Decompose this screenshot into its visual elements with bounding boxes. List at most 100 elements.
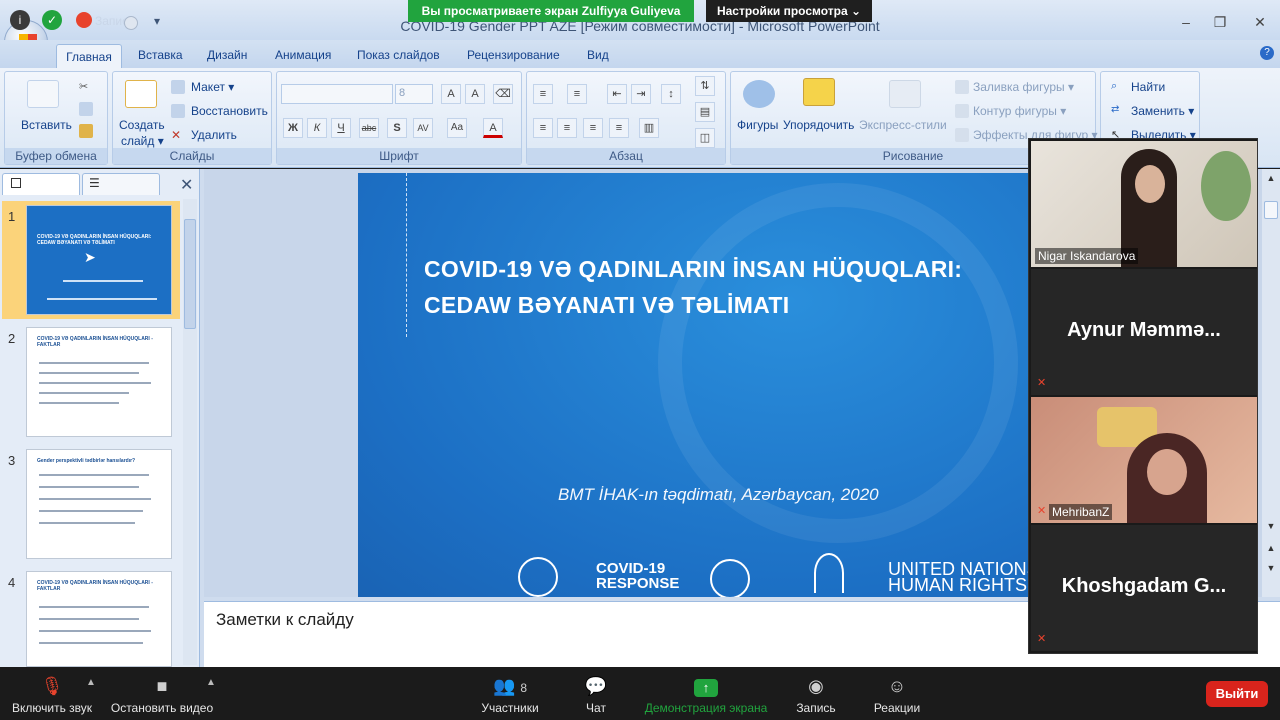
close-icon[interactable]: ✕ [1252,14,1268,30]
thumbnail-line [39,522,135,524]
smartart-icon[interactable]: ◫ [695,128,715,148]
font-size-combo[interactable]: 8 [395,84,433,104]
chat-button[interactable]: 💬 Чат [576,667,616,720]
next-slide-icon[interactable]: ▼ [1264,563,1278,573]
shape-fill-button[interactable]: Заливка фигуры ▾ [973,80,1074,94]
participants-icon: 👥 8 [492,676,528,696]
grow-font-icon[interactable]: A [441,84,461,104]
record-button[interactable]: ◉ Запись [792,667,840,720]
delete-button[interactable]: Удалить [191,128,237,142]
slide-scroll-thumb[interactable] [1264,201,1278,219]
line-spacing-icon[interactable]: ↕ [661,84,681,104]
current-slide[interactable]: COVID-19 VƏ QADINLARIN İNSAN HÜQUQLARI: … [358,173,1078,597]
align-text-icon[interactable]: ▤ [695,102,715,122]
font-color-icon[interactable]: A [483,118,503,138]
cut-icon[interactable]: ✂ [79,80,93,94]
scroll-down-icon[interactable]: ▼ [1264,521,1278,531]
change-case-icon[interactable]: Aa [447,118,467,138]
audio-options-chevron-icon[interactable]: ▲ [86,677,96,688]
layout-icon [171,80,185,94]
participants-button[interactable]: 👥 8 Участники [478,667,542,720]
format-painter-icon[interactable] [79,124,93,138]
shapes-button[interactable]: Фигуры [737,118,778,132]
unmute-button[interactable]: 🎙 Включить звук [6,667,98,720]
new-slide-dropdown[interactable]: слайд ▾ [121,134,164,148]
tab-animation[interactable]: Анимация [275,48,331,62]
font-name-combo[interactable] [281,84,393,104]
align-left-icon[interactable]: ≡ [533,118,553,138]
align-center-icon[interactable]: ≡ [557,118,577,138]
tab-slides-view[interactable] [2,173,80,195]
shrink-font-icon[interactable]: A [465,84,485,104]
tab-design[interactable]: Дизайн [207,48,247,62]
char-spacing-icon[interactable]: AV [413,118,433,138]
close-panel-icon[interactable]: ✕ [180,175,193,195]
participants-count: 8 [520,681,528,695]
bullets-icon[interactable]: ≡ [533,84,553,104]
stop-video-label: Остановить видео [110,701,214,715]
tab-slideshow[interactable]: Показ слайдов [357,48,440,62]
un-emblem-icon [710,559,750,597]
clear-format-icon[interactable]: ⌫ [493,84,513,104]
video-options-chevron-icon[interactable]: ▲ [206,677,216,688]
help-icon[interactable]: ? [1260,46,1274,60]
participant-tile[interactable]: ✕ MehribanZ [1031,397,1257,523]
paste-button[interactable]: Вставить [21,118,72,132]
notes-placeholder: Заметки к слайду [216,610,354,629]
reset-button[interactable]: Восстановить [191,104,268,118]
shape-outline-button[interactable]: Контур фигуры ▾ [973,104,1066,118]
quick-styles-button[interactable]: Экспресс-стили [859,118,947,132]
tab-review[interactable]: Рецензирование [467,48,560,62]
increase-indent-icon[interactable]: ⇥ [631,84,651,104]
covid-logo-line-1: COVID-19 [596,560,666,577]
previous-slide-icon[interactable]: ▲ [1264,543,1278,553]
layout-button[interactable]: Макет ▾ [191,80,234,94]
shadow-icon[interactable]: S [387,118,407,138]
tab-insert[interactable]: Вставка [138,48,183,62]
share-screen-button[interactable]: ↑ Демонстрация экрана [642,667,770,720]
participant-tile[interactable]: Khoshgadam G... ✕ [1031,525,1257,651]
slide-scrollbar[interactable]: ▲ ▼ ▲ ▼ [1262,169,1280,597]
minimize-icon[interactable]: – [1178,14,1194,30]
thumbnail-title: Gender perspektivli tədbirlər hansılardı… [37,458,136,464]
replace-button[interactable]: Заменить ▾ [1131,104,1194,118]
new-slide-button[interactable]: Создать [119,118,165,132]
covid-logo-line-2: RESPONSE [596,575,680,592]
text-direction-icon[interactable]: ⇅ [695,76,715,96]
slide-thumbnail-2[interactable]: COVID-19 VƏ QADINLARIN İNSAN HÜQUQLARI -… [26,327,172,437]
scroll-up-icon[interactable]: ▲ [1264,173,1278,183]
slide-thumbnail-4[interactable]: COVID-19 VƏ QADINLARIN İNSAN HÜQUQLARI -… [26,571,172,667]
numbering-icon[interactable]: ≡ [567,84,587,104]
participants-label: Участники [481,701,539,715]
shape-fill-icon [955,80,969,94]
quick-styles-icon [889,80,921,108]
slide-thumbnail-3[interactable]: Gender perspektivli tədbirlər hansılardı… [26,449,172,559]
view-options-button[interactable]: Настройки просмотра ⌄ [706,0,872,22]
italic-icon[interactable]: К [307,118,327,138]
reactions-button[interactable]: ☺ Реакции [870,667,924,720]
tab-view[interactable]: Вид [587,48,609,62]
find-button[interactable]: Найти [1131,80,1165,94]
participant-face [1135,165,1165,203]
bold-icon[interactable]: Ж [283,118,303,138]
slide-thumbnail-1[interactable]: COVID-19 VƏ QADINLARIN İNSAN HÜQUQLARI: … [26,205,172,315]
strikethrough-icon[interactable]: abc [359,118,379,138]
underline-icon[interactable]: Ч [331,118,351,138]
tab-home[interactable]: Главная [56,44,122,70]
leave-meeting-button[interactable]: Выйти [1206,681,1268,707]
tab-outline-view[interactable]: ☰ [82,173,160,195]
thumbnail-scrollbar[interactable] [183,199,197,665]
decrease-indent-icon[interactable]: ⇤ [607,84,627,104]
align-right-icon[interactable]: ≡ [583,118,603,138]
slide-subtitle[interactable]: BMT İHAK-ın təqdimatı, Azərbaycan, 2020 [558,485,879,505]
stop-video-button[interactable]: ■ Остановить видео [108,667,216,720]
slide-title[interactable]: COVID-19 VƏ QADINLARIN İNSAN HÜQUQLARI: … [424,251,1024,323]
participant-tile[interactable]: Aynur Məmmə... ✕ [1031,269,1257,395]
restore-icon[interactable]: ❐ [1212,14,1228,30]
arrange-button[interactable]: Упорядочить [783,118,854,132]
copy-icon[interactable] [79,102,93,116]
justify-icon[interactable]: ≡ [609,118,629,138]
thumbnail-scroll-thumb[interactable] [184,219,196,329]
participant-tile[interactable]: Nigar Iskandarova [1031,141,1257,267]
columns-icon[interactable]: ▥ [639,118,659,138]
